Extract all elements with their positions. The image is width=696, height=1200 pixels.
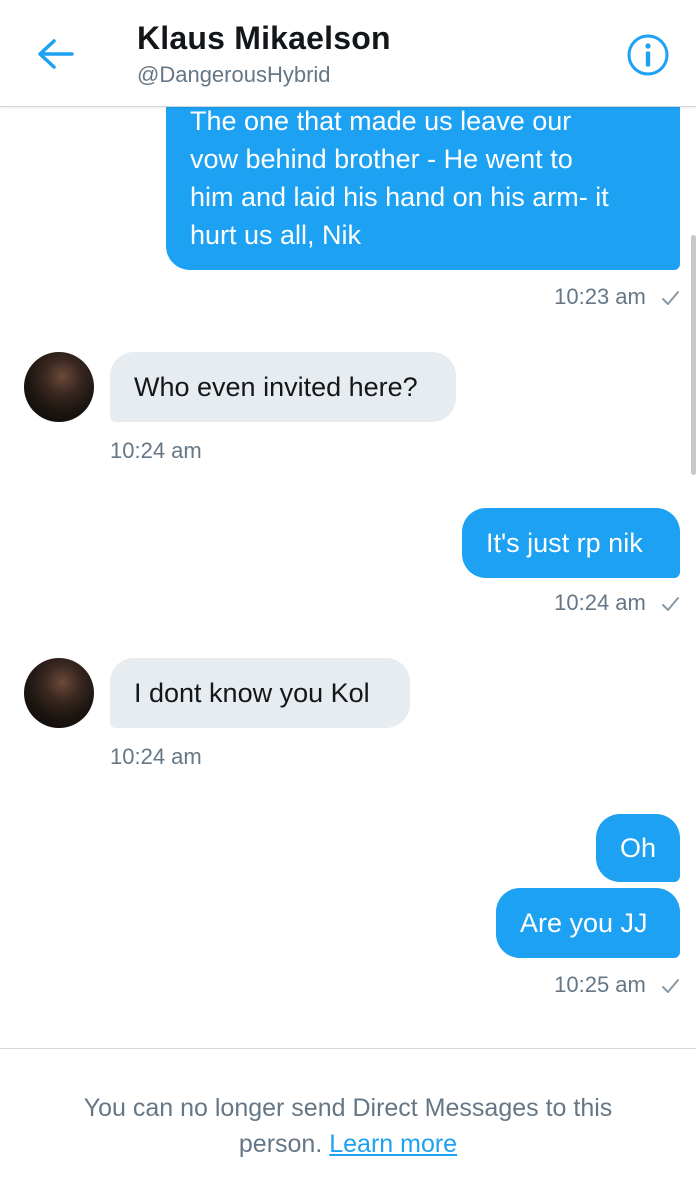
outgoing-message-bubble[interactable]: Are you JJ [496,888,680,958]
outgoing-message-bubble[interactable]: It's just rp nik [462,508,680,578]
message-timestamp: 10:24 am [110,744,202,769]
divider [0,1048,696,1049]
incoming-message-bubble[interactable]: Who even invited here? [110,352,456,422]
message-line: hurt us all, Nik [190,220,362,250]
info-button[interactable] [626,33,670,77]
message-text: Oh [619,833,657,863]
checkmark-icon [662,597,679,612]
outgoing-message-bubble[interactable]: Oh [596,814,680,882]
message-timestamp: 10:25 am [554,972,680,998]
message-timestamp: 10:24 am [110,438,202,463]
message-text: Who even invited here? [134,372,418,402]
avatar[interactable] [24,352,94,422]
info-circle-icon [627,34,669,76]
timestamp-text: 10:25 am [554,972,646,997]
conversation-header: Klaus Mikaelson @DangerousHybrid [0,0,696,107]
message-line: vow behind brother - He went to [190,144,573,174]
checkmark-icon [662,979,679,994]
scrollbar[interactable] [691,235,696,475]
dm-disabled-notice: You can no longer send Direct Messages t… [40,1090,656,1162]
learn-more-link[interactable]: Learn more [329,1130,457,1158]
avatar[interactable] [24,658,94,728]
timestamp-text: 10:24 am [554,590,646,615]
message-timestamp: 10:24 am [554,590,680,616]
message-text: It's just rp nik [486,528,643,558]
conversation-handle: @DangerousHybrid [137,62,331,87]
incoming-message-bubble[interactable]: I dont know you Kol [110,658,410,728]
checkmark-icon [662,291,679,306]
outgoing-message-bubble[interactable]: The one that made us leave our vow behin… [166,80,680,270]
back-button[interactable] [34,34,78,74]
message-line: The one that made us leave our [190,106,572,136]
message-line: him and laid his hand on his arm- it [190,182,609,212]
timestamp-text: 10:23 am [554,284,646,309]
message-text: I dont know you Kol [134,678,370,708]
conversation-title[interactable]: Klaus Mikaelson [137,20,391,57]
message-timestamp: 10:23 am [554,284,680,310]
arrow-left-icon [38,39,74,69]
message-text: Are you JJ [520,908,648,938]
